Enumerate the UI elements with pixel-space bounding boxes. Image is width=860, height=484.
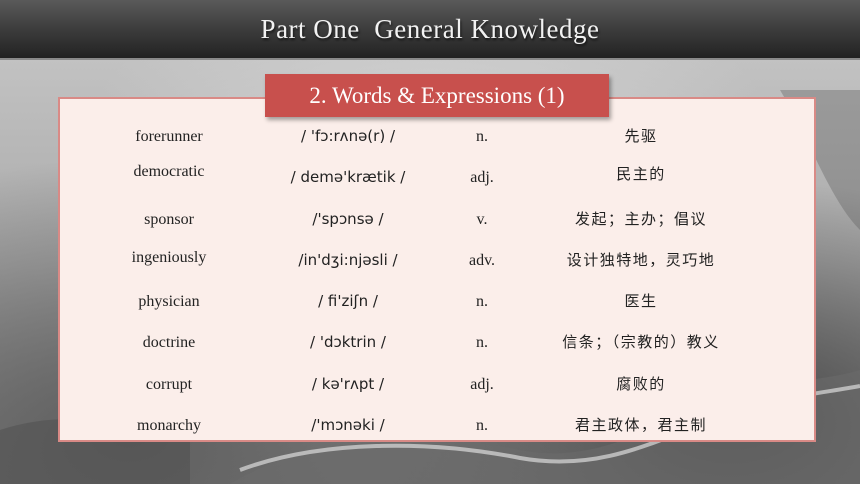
vocab-meaning: 信条；（宗教的）教义 [562, 333, 720, 352]
vocab-row: monarchy /'mɔnəki / n. 君主政体，君主制 [58, 405, 816, 446]
vocab-meaning: 先驱 [624, 127, 658, 145]
vocab-phonetic: / fi'ziʃn / [318, 292, 378, 311]
vocabulary-table: forerunner / 'fɔ:rʌnə(r) / n. 先驱 democra… [58, 116, 816, 446]
vocab-row: democratic / demə'krætik / adj. 民主的 [58, 157, 816, 198]
vocab-meaning: 设计独特地，灵巧地 [566, 250, 716, 269]
vocab-phonetic: / 'fɔ:rʌnə(r) / [301, 127, 395, 145]
vocab-word: corrupt [145, 375, 193, 393]
vocab-word: sponsor [144, 210, 194, 228]
vocab-word: physician [138, 293, 200, 311]
vocab-row: ingeniously /in'dʒi:njəsli / adv. 设计独特地，… [58, 240, 816, 281]
vocab-phonetic: /in'dʒi:njəsli / [298, 250, 398, 269]
vocab-meaning: 腐败的 [616, 374, 666, 393]
vocab-meaning: 民主的 [616, 165, 666, 184]
vocab-phonetic: / 'dɔktrin / [310, 333, 386, 352]
vocab-part-of-speech: n. [476, 417, 488, 435]
vocab-part-of-speech: adj. [470, 375, 494, 393]
vocab-meaning: 发起；主办；倡议 [574, 209, 708, 228]
vocab-phonetic: /'spɔnsə / [312, 209, 384, 228]
vocab-row: doctrine / 'dɔktrin / n. 信条；（宗教的）教义 [58, 322, 816, 363]
vocab-word: monarchy [137, 417, 201, 435]
vocab-phonetic: / kə'rʌpt / [311, 374, 385, 393]
vocab-row: physician / fi'ziʃn / n. 医生 [58, 281, 816, 322]
vocab-word: ingeniously [131, 248, 207, 266]
page-title: Part One General Knowledge [260, 13, 600, 44]
vocab-part-of-speech: adj. [470, 169, 494, 187]
vocab-word: democratic [133, 163, 205, 181]
vocab-meaning: 君主政体，君主制 [574, 416, 708, 435]
section-heading: 2. Words & Expressions (1) [265, 74, 609, 117]
vocab-row: corrupt / kə'rʌpt / adj. 腐败的 [58, 364, 816, 405]
vocab-part-of-speech: n. [476, 334, 488, 352]
vocab-word: doctrine [142, 334, 196, 352]
vocab-part-of-speech: n. [476, 128, 488, 145]
vocab-part-of-speech: v. [476, 210, 488, 228]
title-bar: Part One General Knowledge [0, 0, 860, 60]
vocab-phonetic: / demə'krætik / [290, 168, 406, 187]
vocab-meaning: 医生 [624, 292, 658, 311]
vocab-phonetic: /'mɔnəki / [311, 416, 385, 435]
vocab-row: sponsor /'spɔnsə / v. 发起；主办；倡议 [58, 199, 816, 240]
vocab-part-of-speech: adv. [468, 251, 496, 269]
vocab-part-of-speech: n. [476, 293, 488, 311]
